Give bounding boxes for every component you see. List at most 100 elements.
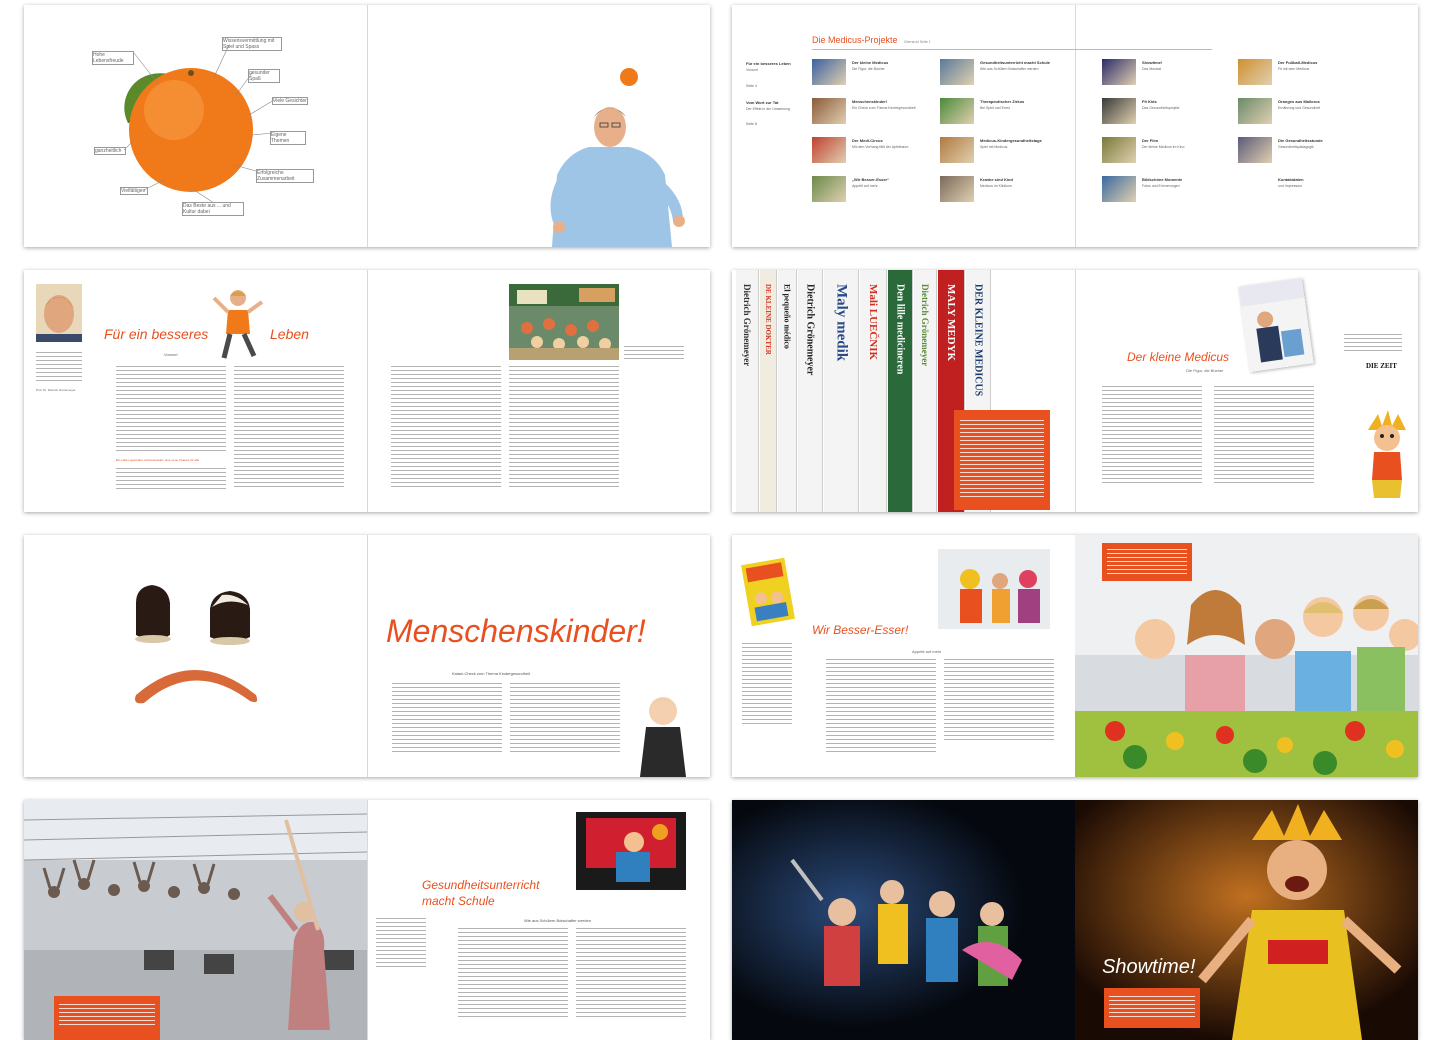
page-left: Hohe Lebensfreude Wissensvermittlung mit…	[24, 5, 367, 247]
spread-books[interactable]: Dietrich Grönemeyer DE KLEINE DOKTER El pe…	[732, 270, 1418, 512]
side-quote-text	[36, 352, 82, 382]
project-subtitle: Appetit auf mehr	[852, 184, 878, 188]
project-title: Medicus-Kindergesundheitstage	[980, 138, 1042, 143]
book-spine-title: Den lille medicineren	[894, 284, 906, 375]
face-food-illustration	[135, 585, 258, 704]
performers-photo	[938, 549, 1050, 629]
caption-text	[1107, 549, 1187, 575]
project-subtitle: Ernährung und Gesundheit	[1278, 106, 1321, 110]
spread-vorwort[interactable]: Für ein besseres Leben Vorwort Prof. Dr.…	[24, 270, 710, 512]
book-spine-title: DER KLEINE MEDICUS	[972, 284, 984, 397]
project-thumbnail[interactable]	[940, 98, 974, 124]
spread-fold	[367, 270, 368, 512]
book-spine: Maly medik	[824, 270, 859, 512]
project-subtitle: Medicus im Klinikum	[980, 184, 1012, 188]
project-subtitle: Mit dem Vorhang fällt der Apfelbaum	[852, 145, 909, 149]
besser-esser-text-col-1	[826, 659, 936, 755]
overview-title: Die Medicus-Projekte Übersicht Seite 1	[812, 35, 931, 45]
project-thumbnail[interactable]	[1238, 98, 1272, 124]
project-thumbnail[interactable]	[1238, 176, 1272, 202]
medicus-subtitle: Die Figur, die Bücher	[1186, 368, 1224, 373]
left-item-page: Seite 8	[746, 122, 757, 126]
project-subtitle: Bei Spiel und Ernst	[980, 106, 1010, 110]
project-subtitle: Gesundheitspädagogik	[1278, 145, 1314, 149]
spread-gesundheitsunterricht[interactable]: Gesundheitsunterricht macht Schule Wie a…	[24, 800, 710, 1040]
vorwort-title-left: Für ein besseres	[104, 326, 209, 342]
book-spine: Dietrich Grönemeyer	[798, 270, 823, 512]
portrait-photo	[36, 284, 82, 342]
signature-left: Prof. Dr. Dietrich Grönemeyer	[36, 388, 76, 392]
orange-caption-box	[1102, 543, 1192, 581]
book-cover-photo	[1238, 277, 1314, 373]
project-subtitle: Das Gesundheitsprojekt	[1142, 106, 1180, 110]
project-subtitle: Spiel mit Medicus	[980, 145, 1008, 149]
menschenskinder-text-col-2	[510, 683, 620, 755]
body-text-col-1b	[116, 468, 226, 490]
project-title: „Wir Besser-Esser“	[852, 177, 890, 182]
book-spine-title: Mali LUEČNIK	[867, 284, 879, 361]
left-item-title: Vom Wort zur Tat	[746, 100, 779, 105]
project-title: Gesundheitsunterricht macht Schule	[980, 60, 1051, 65]
medicus-title: Der kleine Medicus	[1127, 350, 1230, 364]
diagram-label: ganzheitlich	[94, 147, 126, 155]
project-title: Der Fußball-Medicus	[1278, 60, 1318, 65]
showtime-title: Showtime!	[1102, 956, 1196, 978]
project-thumbnail[interactable]	[1102, 176, 1136, 202]
spread-besser-esser[interactable]: Wir Besser-Esser! Appetit auf mehr	[732, 535, 1418, 777]
orange-quote: Ein Leben gesünder und bewusster: eine n…	[116, 458, 200, 462]
project-thumbnail[interactable]	[1238, 137, 1272, 163]
project-thumbnail[interactable]	[1102, 137, 1136, 163]
unterricht-text-col-2	[576, 928, 686, 1018]
juggling-man-photo	[550, 68, 685, 247]
menschenskinder-text-col-1	[392, 683, 502, 755]
medicus-text-col-1	[1102, 386, 1202, 486]
project-title: Kontaktdaten	[1278, 177, 1304, 182]
project-thumbnail[interactable]	[812, 59, 846, 85]
spread-fold	[367, 800, 368, 1040]
body-text-col-2	[234, 366, 344, 490]
spread-projects-overview[interactable]: Die Medicus-Projekte Übersicht Seite 1 F…	[732, 5, 1418, 247]
book-spine: Mali LUEČNIK	[860, 270, 887, 512]
book-spine: Dietrich Grönemeyer	[736, 270, 759, 512]
spread-menschenskinder[interactable]: Menschenskinder! Kalani-Check zum Thema …	[24, 535, 710, 777]
jumping-girl-photo	[212, 290, 264, 359]
menschenskinder-title: Menschenskinder!	[386, 613, 646, 649]
diagram-label: Vielfältiges	[120, 187, 148, 195]
book-spine-title: Dietrich Grönemeyer	[742, 284, 752, 367]
project-thumbnail[interactable]	[1238, 59, 1272, 85]
book-cover-besser-esser	[740, 557, 796, 627]
musical-stage-photo	[732, 800, 1418, 1040]
left-item-page: Seite 4	[746, 84, 757, 88]
project-thumbnail[interactable]	[812, 176, 846, 202]
spread-orange-diagram[interactable]: Hohe Lebensfreude Wissensvermittlung mit…	[24, 5, 710, 247]
body-text-col-3	[391, 366, 501, 490]
project-title: Bildschöne Momente	[1142, 177, 1183, 182]
project-subtitle: Ein Check zum Thema Kindergesundheit	[852, 106, 916, 110]
project-thumbnail[interactable]	[940, 176, 974, 202]
project-thumbnail[interactable]	[812, 137, 846, 163]
page-right	[367, 5, 710, 247]
side-text	[742, 643, 792, 727]
book-spine-title: Dietrich Grönemeyer	[920, 284, 930, 367]
project-subtitle: Wie aus Schülern Botschafter werden	[980, 67, 1039, 71]
project-thumbnail[interactable]	[1102, 59, 1136, 85]
vorwort-subtitle: Vorwort	[164, 352, 178, 357]
project-thumbnail[interactable]	[940, 137, 974, 163]
unterricht-subtitle: Wie aus Schülern Botschafter werden	[524, 918, 591, 923]
project-thumbnail[interactable]	[940, 59, 974, 85]
project-title: Menschenskinder!	[852, 99, 888, 104]
project-subtitle: Fotos und Erinnerungen	[1142, 184, 1180, 188]
project-thumbnail[interactable]	[1102, 98, 1136, 124]
project-subtitle: Die Figur, die Bücher	[852, 67, 885, 71]
stage-photo	[576, 812, 686, 890]
project-title: Therapeutischer Zirkus	[980, 99, 1025, 104]
project-subtitle: Das Musical	[1142, 67, 1162, 71]
menschenskinder-subtitle: Kalani-Check zum Thema Kindergesundheit	[452, 671, 531, 676]
orange-caption-box	[1104, 988, 1200, 1028]
project-thumbnail[interactable]	[812, 98, 846, 124]
spread-showtime[interactable]: Showtime!	[732, 800, 1418, 1040]
book-spine-title: DE KLEINE DOKTER	[764, 284, 772, 355]
book-spine-title: Dietrich Grönemeyer	[804, 284, 816, 376]
diagram-label: Das Beste aus ... und Kultur dabei	[182, 202, 244, 216]
book-spine: DE KLEINE DOKTER	[760, 270, 777, 512]
